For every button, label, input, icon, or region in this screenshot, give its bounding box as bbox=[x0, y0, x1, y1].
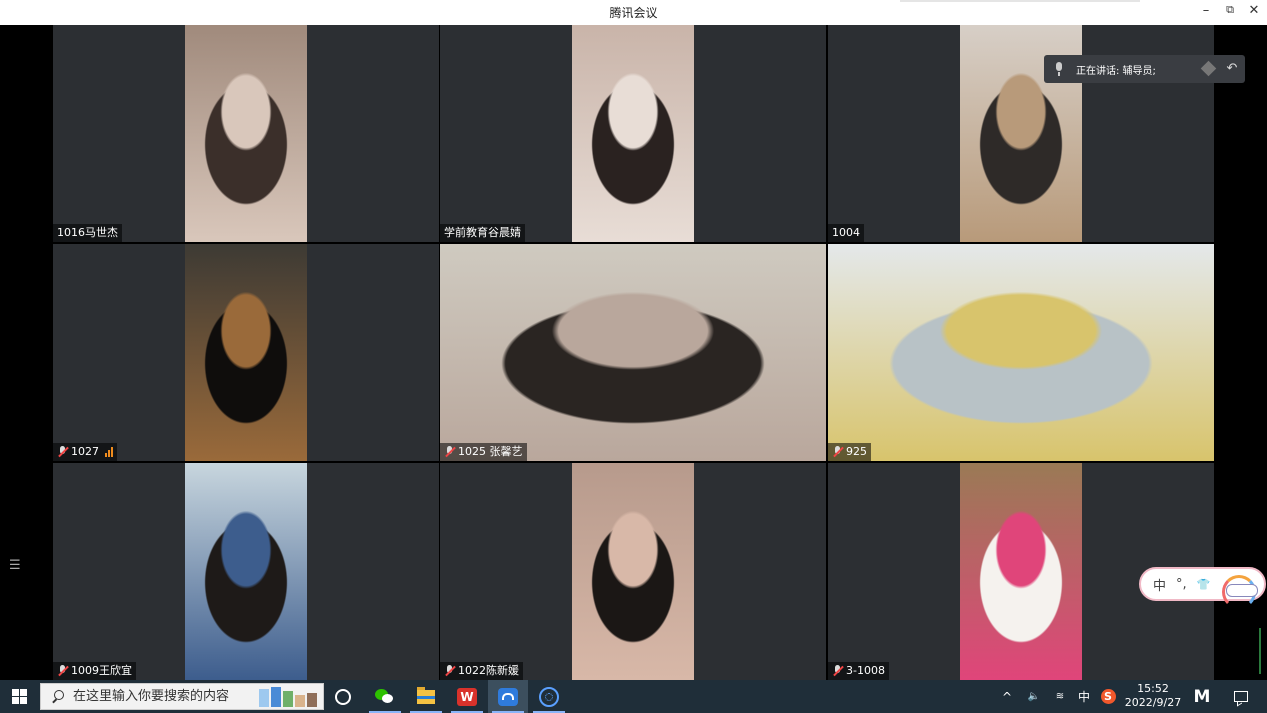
cortana-icon bbox=[335, 688, 351, 705]
participant-tile[interactable]: 1009王欣宜 bbox=[53, 463, 439, 680]
mic-muted-icon bbox=[57, 446, 68, 458]
sogou-icon: S bbox=[1100, 689, 1116, 704]
windows-start-icon[interactable] bbox=[12, 689, 27, 704]
participant-name: 3-1008 bbox=[846, 664, 885, 677]
participant-label: 1016马世杰 bbox=[53, 224, 122, 242]
search-icon bbox=[51, 689, 65, 704]
side-handle[interactable] bbox=[1259, 628, 1267, 674]
participant-video bbox=[440, 244, 826, 461]
tray-chevron-icon[interactable]: ^ bbox=[998, 680, 1016, 713]
participant-label: 925 bbox=[828, 443, 871, 461]
participant-name: 925 bbox=[846, 445, 867, 458]
participant-list-icon[interactable]: ☰ bbox=[9, 558, 23, 573]
close-button[interactable]: ✕ bbox=[1244, 3, 1264, 18]
participant-video bbox=[185, 463, 307, 680]
ime-indicator[interactable]: 中 bbox=[1074, 680, 1094, 713]
participant-video bbox=[572, 463, 694, 680]
taskbar-file-explorer[interactable] bbox=[406, 680, 446, 713]
participant-tile[interactable]: 1027 bbox=[53, 244, 439, 461]
participant-tile[interactable]: 1025 张馨艺 bbox=[440, 244, 826, 461]
title-bar-divider bbox=[900, 0, 1140, 2]
ime-toolbar[interactable]: 中 °, 👕 bbox=[1139, 567, 1266, 609]
wps-icon: W bbox=[457, 687, 477, 706]
participant-name: 学前教育谷晨婧 bbox=[444, 226, 521, 239]
system-clock[interactable]: 15:52 2022/9/27 bbox=[1124, 682, 1182, 710]
participant-name: 1016马世杰 bbox=[57, 226, 118, 239]
taskbar-tencent-meeting[interactable] bbox=[488, 680, 528, 713]
participant-video bbox=[960, 463, 1082, 680]
mic-muted-icon bbox=[832, 446, 843, 458]
taskbar-wechat[interactable] bbox=[365, 680, 405, 713]
participant-label: 1025 张馨艺 bbox=[440, 443, 527, 461]
video-grid: 1016马世杰 学前教育谷晨婧 1004 1027 1025 张馨艺 925 1… bbox=[0, 25, 1267, 680]
participant-tile[interactable]: 1016马世杰 bbox=[53, 25, 439, 242]
participant-name: 1027 bbox=[71, 445, 99, 458]
speaking-indicator: 正在讲话: 辅导员; ↶ bbox=[1044, 55, 1245, 83]
clock-time: 15:52 bbox=[1137, 682, 1169, 695]
wechat-icon bbox=[375, 688, 395, 705]
participant-label: 1027 bbox=[53, 443, 117, 461]
participant-label: 1022陈新媛 bbox=[440, 662, 523, 680]
participant-label: 1009王欣宜 bbox=[53, 662, 136, 680]
cortana-button[interactable] bbox=[323, 680, 363, 713]
participant-video bbox=[828, 244, 1214, 461]
minimize-button[interactable]: – bbox=[1196, 3, 1216, 18]
clock-date: 2022/9/27 bbox=[1124, 696, 1182, 709]
window-title: 腾讯会议 bbox=[609, 6, 658, 20]
participant-name: 1022陈新媛 bbox=[458, 664, 519, 677]
taskbar-search[interactable] bbox=[40, 683, 324, 710]
tencent-meeting-icon bbox=[498, 687, 518, 706]
participant-name: 1009王欣宜 bbox=[71, 664, 132, 677]
participant-tile[interactable]: 925 bbox=[828, 244, 1214, 461]
mic-muted-icon bbox=[832, 665, 843, 677]
network-icon[interactable]: ≋ bbox=[1050, 680, 1070, 713]
participant-video bbox=[572, 25, 694, 242]
mic-muted-icon bbox=[444, 665, 455, 677]
participant-video bbox=[185, 244, 307, 461]
ime-skin-icon[interactable]: 👕 bbox=[1197, 578, 1211, 591]
search-input[interactable] bbox=[71, 688, 255, 705]
participant-label: 1004 bbox=[828, 224, 864, 242]
ime-mode-label[interactable]: 中 bbox=[1153, 575, 1166, 594]
participant-video bbox=[185, 25, 307, 242]
participant-tile[interactable]: 学前教育谷晨婧 bbox=[440, 25, 826, 242]
tag-icon[interactable] bbox=[1201, 62, 1219, 76]
network-signal-icon bbox=[105, 447, 113, 457]
title-bar: 腾讯会议 – ⧉ ✕ bbox=[0, 0, 1267, 25]
sogou-tray[interactable]: S bbox=[1098, 680, 1118, 713]
notification-icon bbox=[1234, 691, 1248, 702]
participant-label: 学前教育谷晨婧 bbox=[440, 224, 525, 242]
participant-tile[interactable]: 1022陈新媛 bbox=[440, 463, 826, 680]
ime-punctuation-icon[interactable]: °, bbox=[1176, 577, 1187, 592]
meeting-tray-icon[interactable]: M bbox=[1190, 680, 1214, 713]
mic-muted-icon bbox=[444, 446, 455, 458]
taskbar-wps[interactable]: W bbox=[447, 680, 487, 713]
participant-name: 1025 张馨艺 bbox=[458, 445, 523, 458]
volume-icon[interactable]: 🔈 bbox=[1024, 680, 1044, 713]
taskbar: W ^ 🔈 ≋ 中 S 15:52 2022/9/27 M bbox=[0, 680, 1267, 713]
search-highlight-icon bbox=[259, 687, 321, 707]
participant-label: 3-1008 bbox=[828, 662, 889, 680]
meeting-tray-logo: M bbox=[1193, 686, 1211, 707]
restore-button[interactable]: ⧉ bbox=[1220, 3, 1240, 17]
reply-arrow-icon[interactable]: ↶ bbox=[1223, 62, 1241, 76]
speaking-text: 正在讲话: 辅导员; bbox=[1076, 65, 1156, 77]
participant-name: 1004 bbox=[832, 226, 860, 239]
folder-icon bbox=[417, 686, 435, 704]
taskbar-media-player[interactable] bbox=[529, 680, 569, 713]
mic-muted-icon bbox=[57, 665, 68, 677]
cloud-icon[interactable] bbox=[1220, 573, 1260, 609]
notification-center-button[interactable] bbox=[1229, 680, 1253, 713]
media-player-icon bbox=[539, 686, 559, 707]
microphone-icon bbox=[1054, 62, 1064, 76]
